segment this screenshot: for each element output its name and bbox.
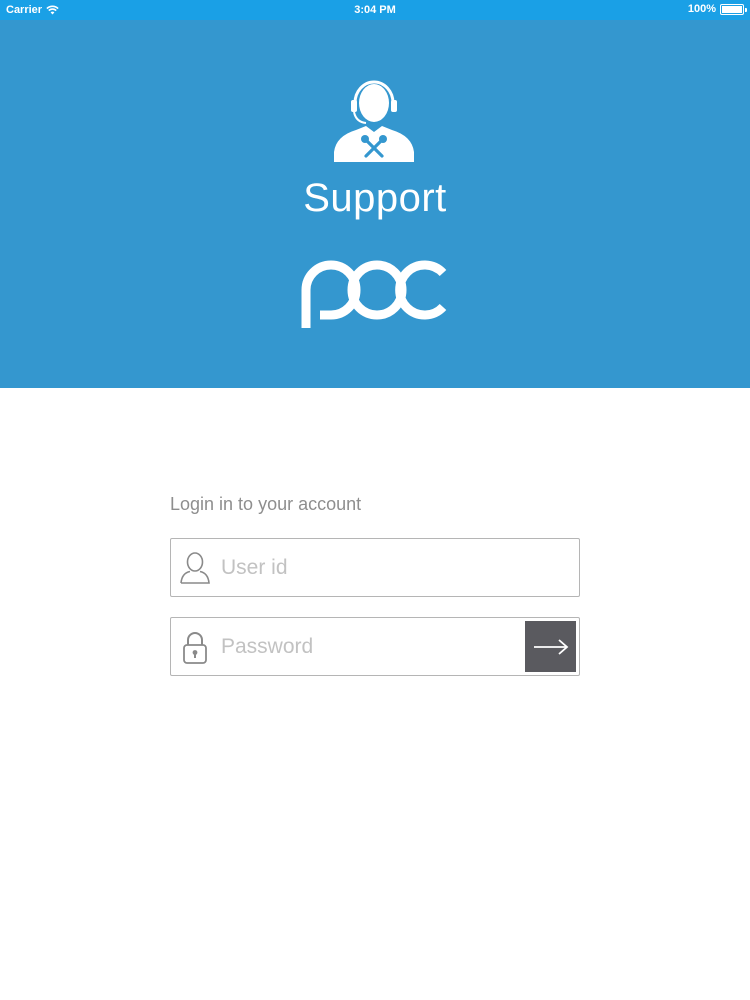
battery-info: 100% — [687, 3, 747, 15]
battery-icon — [720, 3, 747, 15]
status-bar: Carrier 3:04 PM 100% — [0, 0, 750, 20]
login-heading: Login in to your account — [170, 494, 362, 514]
support-agent-icon — [334, 80, 414, 162]
login-submit-button[interactable] — [525, 621, 576, 672]
user-id-field[interactable] — [170, 538, 580, 597]
arrow-right-icon — [533, 638, 568, 655]
password-field[interactable] — [170, 617, 580, 676]
status-time: 3:04 PM — [354, 4, 396, 16]
password-input[interactable] — [221, 618, 521, 675]
user-icon — [180, 552, 210, 584]
user-id-input[interactable] — [221, 539, 521, 596]
battery-percent: 100% — [687, 3, 716, 15]
lock-icon — [183, 632, 207, 664]
support-title: Support — [303, 176, 447, 220]
hero-banner: Support — [0, 20, 750, 388]
poc-logo-icon — [301, 260, 447, 328]
